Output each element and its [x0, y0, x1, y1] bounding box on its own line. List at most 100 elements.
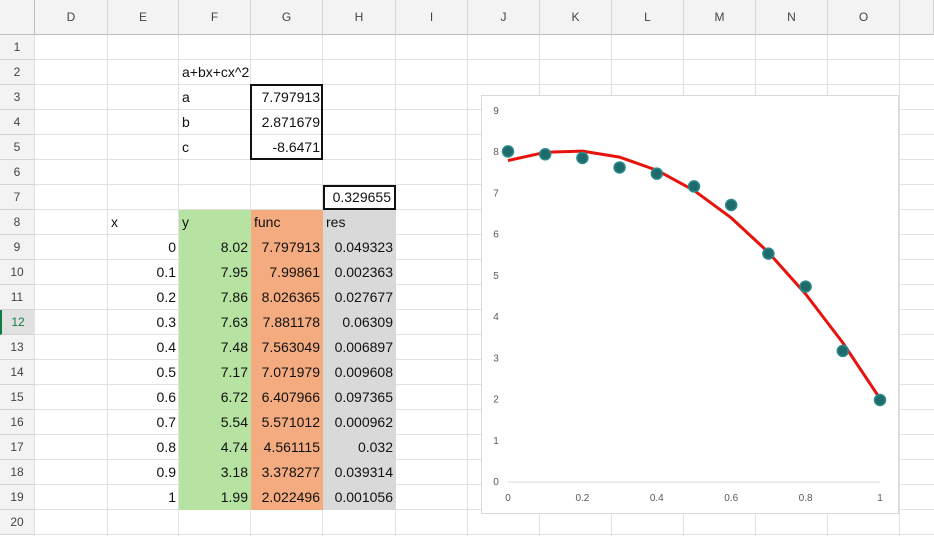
x-value-cell[interactable]: 0.2: [108, 285, 179, 310]
res-value-cell[interactable]: 0.002363: [323, 260, 396, 285]
func-value-cell[interactable]: 7.881178: [251, 310, 323, 335]
res-value-cell[interactable]: 0.097365: [323, 385, 396, 410]
func-value-cell[interactable]: 7.99861: [251, 260, 323, 285]
column-header-F[interactable]: F: [179, 0, 251, 35]
res-value-cell[interactable]: 0.032: [323, 435, 396, 460]
x-value-cell[interactable]: 0.6: [108, 385, 179, 410]
data-point-marker[interactable]: [762, 247, 775, 260]
column-header-J[interactable]: J: [468, 0, 540, 35]
func-value-cell[interactable]: 3.378277: [251, 460, 323, 485]
y-value-cell[interactable]: 7.63: [179, 310, 251, 335]
residual-sum-cell[interactable]: 0.329655: [323, 185, 396, 210]
y-value-cell[interactable]: 4.74: [179, 435, 251, 460]
param-value-cell[interactable]: 7.797913: [251, 85, 323, 110]
row-header-17[interactable]: 17: [0, 435, 35, 460]
column-header-D[interactable]: D: [35, 0, 108, 35]
header-res-cell[interactable]: res: [323, 210, 396, 235]
y-value-cell[interactable]: 3.18: [179, 460, 251, 485]
row-header-9[interactable]: 9: [0, 235, 35, 260]
row-header-1[interactable]: 1: [0, 35, 35, 60]
header-x-cell[interactable]: x: [108, 210, 179, 235]
row-header-12[interactable]: 12: [0, 310, 35, 335]
data-point-marker[interactable]: [836, 344, 850, 358]
row-header-10[interactable]: 10: [0, 260, 35, 285]
param-name-cell[interactable]: c: [179, 135, 251, 160]
row-header-20[interactable]: 20: [0, 510, 35, 535]
row-header-2[interactable]: 2: [0, 60, 35, 85]
y-value-cell[interactable]: 7.48: [179, 335, 251, 360]
y-value-cell[interactable]: 7.17: [179, 360, 251, 385]
res-value-cell[interactable]: 0.009608: [323, 360, 396, 385]
x-value-cell[interactable]: 0.9: [108, 460, 179, 485]
row-header-5[interactable]: 5: [0, 135, 35, 160]
column-header-M[interactable]: M: [684, 0, 756, 35]
formula-label-cell[interactable]: a+bx+cx^2: [179, 60, 323, 85]
res-value-cell[interactable]: 0.027677: [323, 285, 396, 310]
header-func-cell[interactable]: func: [251, 210, 323, 235]
row-header-4[interactable]: 4: [0, 110, 35, 135]
res-value-cell[interactable]: 0.000962: [323, 410, 396, 435]
y-value-cell[interactable]: 8.02: [179, 235, 251, 260]
res-value-cell[interactable]: 0.049323: [323, 235, 396, 260]
data-point-marker[interactable]: [687, 180, 701, 193]
func-value-cell[interactable]: 2.022496: [251, 485, 323, 510]
row-header-19[interactable]: 19: [0, 485, 35, 510]
data-point-marker[interactable]: [613, 161, 626, 174]
func-value-cell[interactable]: 7.071979: [251, 360, 323, 385]
row-header-15[interactable]: 15: [0, 385, 35, 410]
column-header-E[interactable]: E: [108, 0, 179, 35]
row-header-3[interactable]: 3: [0, 85, 35, 110]
func-value-cell[interactable]: 8.026365: [251, 285, 323, 310]
y-value-cell[interactable]: 7.86: [179, 285, 251, 310]
x-value-cell[interactable]: 0.5: [108, 360, 179, 385]
column-header-H[interactable]: H: [323, 0, 396, 35]
column-header-I[interactable]: I: [396, 0, 468, 35]
data-point-marker[interactable]: [724, 198, 738, 212]
data-point-marker[interactable]: [576, 151, 589, 165]
row-header-18[interactable]: 18: [0, 460, 35, 485]
y-value-cell[interactable]: 6.72: [179, 385, 251, 410]
x-value-cell[interactable]: 1: [108, 485, 179, 510]
func-value-cell[interactable]: 5.571012: [251, 410, 323, 435]
row-header-16[interactable]: 16: [0, 410, 35, 435]
column-header-G[interactable]: G: [251, 0, 323, 35]
y-value-cell[interactable]: 1.99: [179, 485, 251, 510]
column-header-partial[interactable]: [900, 0, 934, 35]
res-value-cell[interactable]: 0.06309: [323, 310, 396, 335]
res-value-cell[interactable]: 0.039314: [323, 460, 396, 485]
func-value-cell[interactable]: 6.407966: [251, 385, 323, 410]
scatter-chart[interactable]: 0 1 2 3 4 5 6 7 8 9 0 0.2 0.4 0.6 0.8 1: [481, 95, 899, 514]
x-value-cell[interactable]: 0: [108, 235, 179, 260]
data-point-marker[interactable]: [873, 393, 887, 407]
row-header-11[interactable]: 11: [0, 285, 35, 310]
row-header-8[interactable]: 8: [0, 210, 35, 235]
data-point-marker[interactable]: [799, 280, 812, 293]
column-header-N[interactable]: N: [756, 0, 828, 35]
column-header-K[interactable]: K: [540, 0, 612, 35]
row-header-14[interactable]: 14: [0, 360, 35, 385]
res-value-cell[interactable]: 0.001056: [323, 485, 396, 510]
column-header-L[interactable]: L: [612, 0, 684, 35]
res-value-cell[interactable]: 0.006897: [323, 335, 396, 360]
x-value-cell[interactable]: 0.8: [108, 435, 179, 460]
row-header-6[interactable]: 6: [0, 160, 35, 185]
x-value-cell[interactable]: 0.4: [108, 335, 179, 360]
header-y-cell[interactable]: y: [179, 210, 251, 235]
y-value-cell[interactable]: 5.54: [179, 410, 251, 435]
func-value-cell[interactable]: 4.561115: [251, 435, 323, 460]
data-point-marker[interactable]: [538, 148, 552, 161]
x-value-cell[interactable]: 0.7: [108, 410, 179, 435]
data-point-marker[interactable]: [650, 167, 664, 180]
data-point-marker[interactable]: [501, 145, 515, 158]
func-value-cell[interactable]: 7.797913: [251, 235, 323, 260]
row-header-7[interactable]: 7: [0, 185, 35, 210]
row-header-13[interactable]: 13: [0, 335, 35, 360]
x-value-cell[interactable]: 0.3: [108, 310, 179, 335]
func-value-cell[interactable]: 7.563049: [251, 335, 323, 360]
param-name-cell[interactable]: a: [179, 85, 251, 110]
y-value-cell[interactable]: 7.95: [179, 260, 251, 285]
select-all-corner[interactable]: [0, 0, 35, 35]
param-value-cell[interactable]: 2.871679: [251, 110, 323, 135]
param-name-cell[interactable]: b: [179, 110, 251, 135]
x-value-cell[interactable]: 0.1: [108, 260, 179, 285]
